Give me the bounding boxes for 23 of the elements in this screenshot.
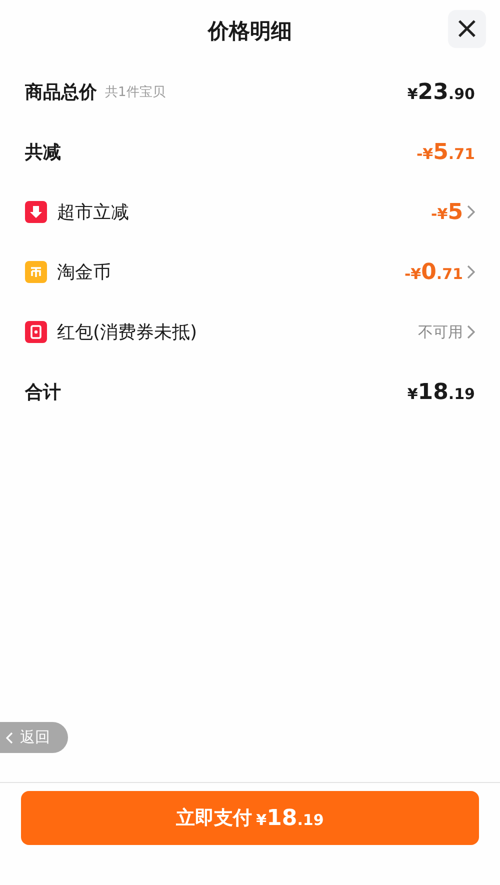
coin-icon	[25, 261, 47, 283]
row-label: 共减	[25, 141, 61, 164]
dialog-title: 价格明细	[208, 18, 292, 45]
pay-button[interactable]: 立即支付 ¥18.19	[21, 791, 479, 845]
close-button[interactable]: ×	[448, 10, 486, 48]
price-amount: ¥18.19	[407, 380, 475, 404]
envelope-icon	[25, 321, 47, 343]
price-amount: -¥5	[431, 200, 463, 224]
item-count: 共1件宝贝	[105, 84, 166, 101]
row-label: 超市立减	[57, 201, 129, 224]
status-text: 不可用	[418, 322, 463, 342]
chevron-right-icon[interactable]	[467, 265, 475, 279]
row-label: 合计	[25, 381, 61, 404]
back-button[interactable]: 返回	[0, 722, 68, 753]
chevron-right-icon[interactable]	[467, 325, 475, 339]
price-amount: ¥23.90	[407, 80, 475, 104]
row-label: 红包(消费券未抵)	[57, 321, 198, 344]
row-label: 商品总价	[25, 81, 97, 104]
chevron-right-icon[interactable]	[467, 205, 475, 219]
chevron-left-icon	[6, 732, 14, 744]
row-label: 淘金币	[57, 261, 111, 284]
price-amount: -¥0.71	[404, 260, 463, 284]
price-amount: -¥5.71	[416, 140, 475, 164]
